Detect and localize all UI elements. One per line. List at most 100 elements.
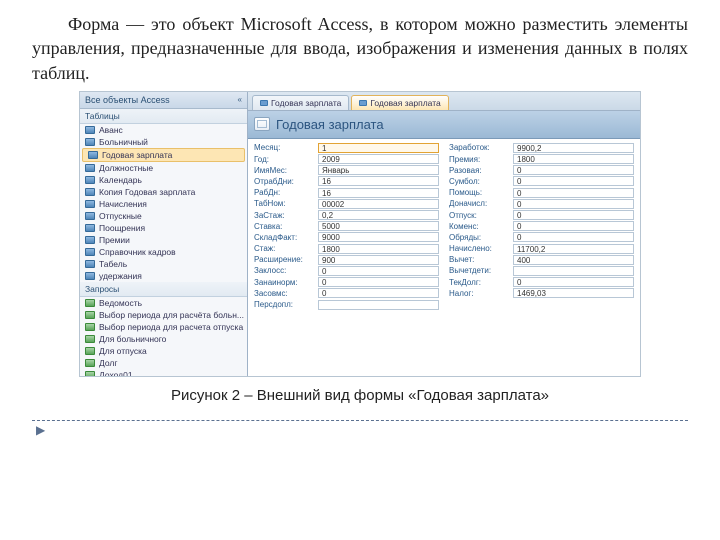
nav-header[interactable]: Все объекты Access « [80,92,247,109]
sidebar-item-label: Календарь [99,175,142,185]
sidebar-item-label: Отпускные [99,211,142,221]
field-input[interactable]: 11700,2 [513,244,634,254]
tables-list: АвансБольничный Годовая зарплата Должностн… [80,124,247,282]
field-input[interactable]: 0 [318,288,439,298]
sidebar-item-table[interactable]: Больничный [80,136,247,148]
sidebar-item-table[interactable]: Начисления [80,198,247,210]
field-label: Премия: [449,155,509,164]
sidebar-item-table[interactable]: Премии [80,234,247,246]
sidebar-item-table[interactable]: Справочник кадров [80,246,247,258]
form-field: Засовмс: 0 [254,288,439,298]
access-window: Все объекты Access « Таблицы АвансБольни… [79,91,641,377]
nav-section-queries[interactable]: Запросы [80,282,247,297]
form-field: Отпуск:0 [449,210,634,220]
field-input[interactable]: 9000 [318,232,439,242]
field-input[interactable]: 16 [318,188,439,198]
form-field: ОтрабДни:16 [254,176,439,186]
tab-bar: Годовая зарплата Годовая зарплата [248,92,640,111]
field-input[interactable]: 1469,03 [513,288,634,298]
query-icon [85,371,95,377]
sidebar-item-table[interactable]: удержания [80,270,247,282]
field-input[interactable]: 0 [513,221,634,231]
table-icon [85,272,95,280]
field-input[interactable]: 0 [513,176,634,186]
table-icon [85,260,95,268]
field-input[interactable]: Январь [318,165,439,175]
form-field: Заклосс: 0 [254,266,439,276]
sidebar-item-table[interactable]: Календарь [80,174,247,186]
sidebar-item-table[interactable]: Должностные [80,162,247,174]
field-input[interactable] [318,300,439,310]
field-label: Год: [254,155,314,164]
sidebar-item-label: Больничный [99,137,148,147]
form-field: Месяц:1 [254,143,439,153]
field-label: Заклосс: [254,266,314,275]
fields-grid: Месяц:1 Год: 2009 ИмяМес: ЯнварьОтрабДни:16 Р… [248,139,640,314]
sidebar-item-query[interactable]: Долг [80,357,247,369]
field-input[interactable]: 5000 [318,221,439,231]
form-field: Коменс: 0 [449,221,634,231]
field-input[interactable]: 0,2 [318,210,439,220]
field-label: Коменс: [449,222,509,231]
sidebar-item-query[interactable]: Ведомость [80,297,247,309]
field-input[interactable]: 0 [513,277,634,287]
field-input[interactable]: 400 [513,255,634,265]
field-label: Начислено: [449,244,509,253]
sidebar-item-table[interactable]: Копия Годовая зарплата [80,186,247,198]
field-input[interactable]: 0 [318,277,439,287]
field-input[interactable]: 0 [513,188,634,198]
field-input[interactable]: 0 [513,165,634,175]
sidebar-item-table[interactable]: Табель [80,258,247,270]
table-icon [88,151,98,159]
form-field: Помощь:0 [449,188,634,198]
form-field: Сумбол:0 [449,176,634,186]
field-label: Ставка: [254,222,314,231]
sidebar-item-query[interactable]: Для отпуска [80,345,247,357]
field-label: РабДн: [254,188,314,197]
sidebar-item-table[interactable]: Отпускные [80,210,247,222]
field-input[interactable]: 900 [318,255,439,265]
field-label: Занаинорм: [254,278,314,287]
form-field: Доначисл:0 [449,199,634,209]
content-area: Годовая зарплата Годовая зарплата Годова… [248,92,640,376]
table-icon [85,188,95,196]
form-field: Стаж:1800 [254,244,439,254]
field-input[interactable]: 0 [513,199,634,209]
field-input[interactable]: 9900,2 [513,143,634,153]
sidebar-item-query[interactable]: Доход01 [80,369,247,377]
nav-section-tables[interactable]: Таблицы [80,109,247,124]
sidebar-item-table[interactable]: Поощрения [80,222,247,234]
collapse-icon[interactable]: « [238,95,242,104]
field-input[interactable]: 16 [318,176,439,186]
sidebar-item-table[interactable]: Годовая зарплата [82,148,245,162]
table-icon [85,138,95,146]
field-input[interactable]: 0 [513,232,634,242]
field-input[interactable]: 1800 [318,244,439,254]
field-label: Засовмс: [254,289,314,298]
form-field: Персдопл: [254,300,439,310]
form-header: Годовая зарплата [248,111,640,139]
table-icon [85,248,95,256]
sidebar-item-table[interactable]: Аванс [80,124,247,136]
field-input[interactable]: 2009 [318,154,439,164]
tab-form-2-active[interactable]: Годовая зарплата [351,95,448,110]
tab-form-1[interactable]: Годовая зарплата [252,95,349,110]
sidebar-item-label: Годовая зарплата [102,150,172,160]
field-label: ИмяМес: [254,166,314,175]
sidebar-item-label: Табель [99,259,127,269]
field-input[interactable]: 1 [318,143,439,153]
field-input[interactable]: 1800 [513,154,634,164]
sidebar-item-query[interactable]: Для больничного [80,333,247,345]
field-input[interactable]: 0 [318,266,439,276]
table-icon [85,212,95,220]
form-field: ИмяМес: Январь [254,165,439,175]
sidebar-item-query[interactable]: Выбор периода для расчета отпуска [80,321,247,333]
sidebar-item-label: Ведомость [99,298,142,308]
field-input[interactable]: 0 [513,210,634,220]
sidebar-item-query[interactable]: Выбор периода для расчёта больн... [80,309,247,321]
query-icon [85,311,95,319]
sidebar-item-label: удержания [99,271,142,281]
field-input[interactable]: 00002 [318,199,439,209]
form-field: Заработок:9900,2 [449,143,634,153]
field-input[interactable] [513,266,634,276]
